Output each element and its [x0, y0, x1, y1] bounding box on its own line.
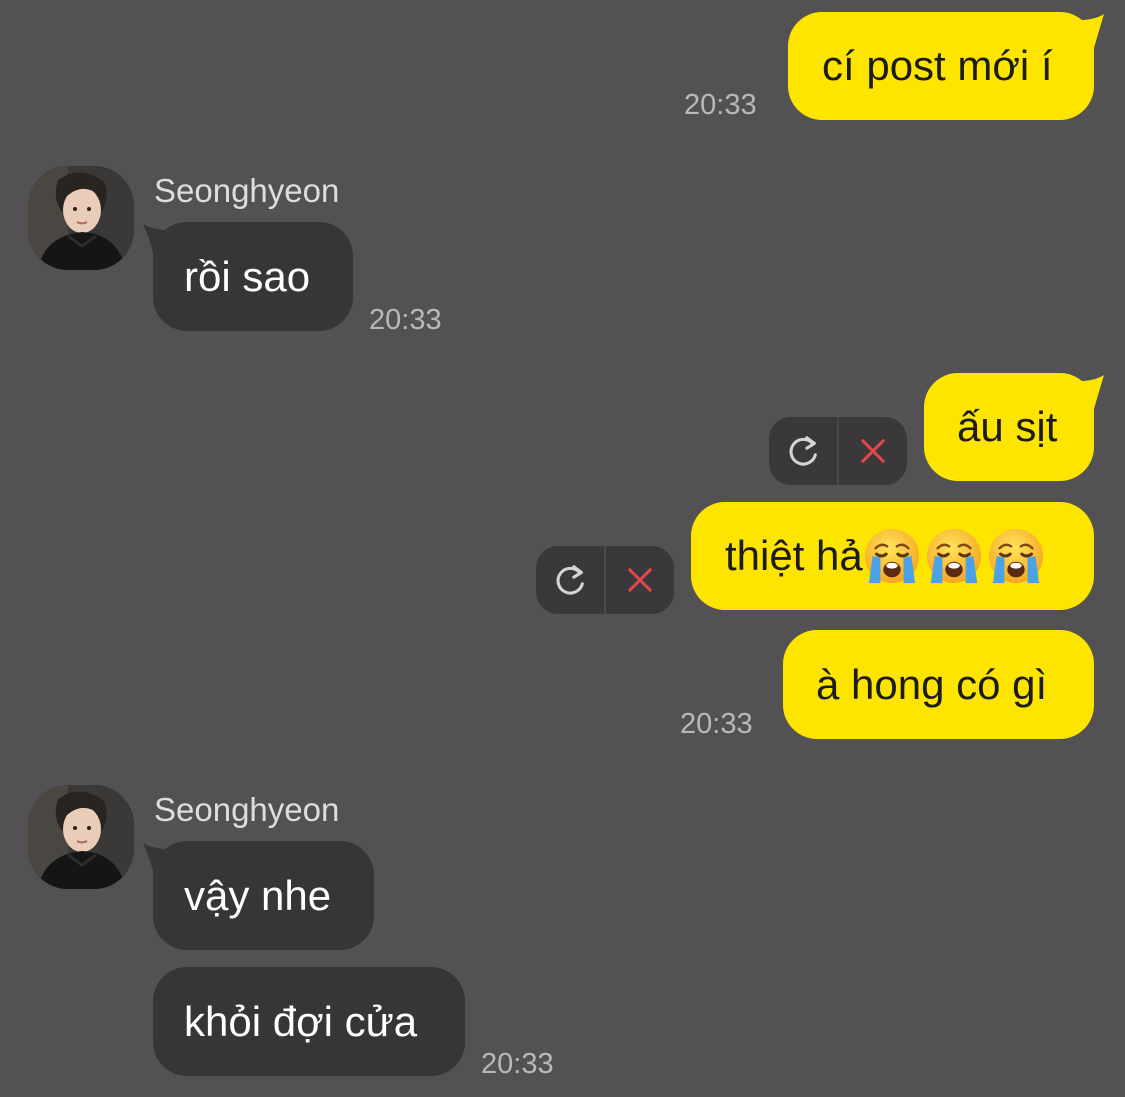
- received-bubble[interactable]: rồi sao: [153, 222, 353, 331]
- sent-bubble[interactable]: à hong có gì: [783, 630, 1094, 739]
- message-time: 20:33: [684, 89, 757, 121]
- sender-name: Seonghyeon: [154, 172, 340, 209]
- delete-button[interactable]: [839, 417, 907, 485]
- message-text: ấu sịt: [957, 403, 1058, 450]
- failed-actions: [536, 546, 674, 614]
- failed-actions: [769, 417, 907, 485]
- close-icon: [856, 434, 890, 468]
- sent-bubble[interactable]: thiệt hả: [691, 502, 1094, 610]
- sent-bubble[interactable]: ấu sịt: [924, 373, 1094, 481]
- close-icon: [623, 563, 657, 597]
- message-time: 20:33: [680, 708, 753, 740]
- delete-button[interactable]: [606, 546, 674, 614]
- sent-bubble[interactable]: cí post mới í: [788, 12, 1094, 120]
- loudly-crying-face-icon: [987, 527, 1045, 585]
- message-text: vậy nhe: [184, 871, 332, 919]
- message-text: khỏi đợi cửa: [184, 997, 418, 1045]
- message-text: rồi sao: [184, 252, 311, 300]
- received-bubble[interactable]: khỏi đợi cửa: [153, 967, 465, 1076]
- avatar[interactable]: [28, 166, 134, 270]
- loudly-crying-face-icon: [863, 527, 921, 585]
- retry-button[interactable]: [769, 417, 837, 485]
- avatar-photo: [28, 166, 134, 270]
- message-time: 20:33: [369, 304, 442, 336]
- message-text: thiệt hả: [725, 532, 863, 579]
- retry-icon: [551, 561, 589, 599]
- retry-button[interactable]: [536, 546, 604, 614]
- avatar-photo: [28, 785, 134, 889]
- avatar[interactable]: [28, 785, 134, 889]
- loudly-crying-face-icon: [925, 527, 983, 585]
- retry-icon: [784, 432, 822, 470]
- sender-name: Seonghyeon: [154, 791, 340, 828]
- message-time: 20:33: [481, 1048, 554, 1080]
- message-text: cí post mới í: [822, 42, 1053, 89]
- received-bubble[interactable]: vậy nhe: [153, 841, 374, 950]
- message-text: à hong có gì: [816, 660, 1048, 708]
